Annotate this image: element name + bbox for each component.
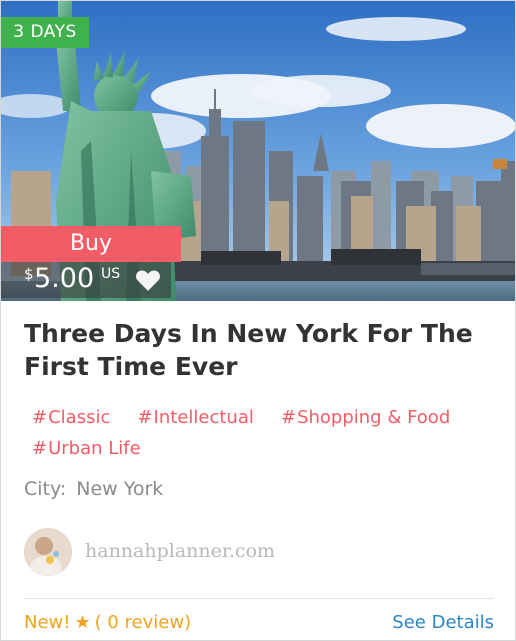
new-label: New!: [24, 612, 71, 633]
star-icon: ★: [74, 612, 91, 633]
tag-hash: #: [280, 407, 297, 428]
heart-icon[interactable]: [135, 268, 161, 292]
duration-badge: 3 DAYS: [1, 17, 89, 48]
price-bar: $ 5.00 US: [1, 262, 171, 298]
tag-shopping-food[interactable]: #Shopping & Food: [281, 402, 450, 433]
tag-label: Classic: [48, 407, 111, 428]
tag-urban-life[interactable]: #Urban Life: [32, 433, 141, 464]
divider: [24, 598, 494, 599]
hero-image[interactable]: 3 DAYS Buy $ 5.00 US: [1, 1, 515, 301]
tour-card: 3 DAYS Buy $ 5.00 US Three Days In New Y…: [0, 0, 516, 641]
tour-title[interactable]: Three Days In New York For The First Tim…: [24, 317, 494, 383]
avatar-photo: [24, 528, 72, 576]
review-count[interactable]: ( 0 review): [95, 612, 191, 633]
city-label: City:: [24, 478, 67, 500]
buy-button[interactable]: Buy: [1, 226, 181, 262]
avatar[interactable]: [24, 528, 72, 576]
rating: New! ★( 0 review): [24, 612, 191, 633]
author-link[interactable]: hannahplanner.com: [85, 540, 275, 562]
tag-list: #Classic #Intellectual #Shopping & Food …: [32, 402, 492, 464]
tag-hash: #: [32, 438, 48, 459]
tag-label: Intellectual: [153, 407, 254, 428]
price-currency-symbol: $: [24, 265, 34, 283]
tag-label: Urban Life: [48, 438, 141, 459]
tag-classic[interactable]: #Classic: [32, 402, 110, 433]
tag-hash: #: [137, 407, 153, 428]
price-amount: 5.00: [34, 263, 95, 294]
tag-hash: #: [32, 407, 48, 428]
city-row: City: New York: [24, 478, 163, 500]
city-value: New York: [76, 478, 164, 500]
price-currency-code: US: [101, 266, 121, 282]
tag-intellectual[interactable]: #Intellectual: [137, 402, 253, 433]
see-details-link[interactable]: See Details: [392, 612, 494, 633]
tag-label: Shopping & Food: [297, 407, 451, 428]
